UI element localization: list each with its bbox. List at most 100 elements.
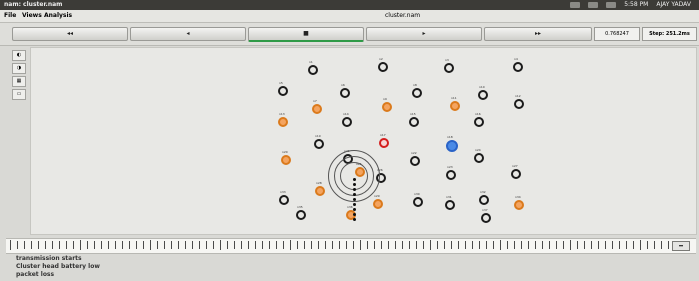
timeline[interactable]: ▾▾	[6, 238, 696, 254]
fast-forward-button[interactable]: ▸▸	[484, 27, 592, 41]
node-n35[interactable]	[296, 210, 306, 220]
log-panel: transmission starts Cluster head battery…	[16, 255, 696, 279]
timeline-tick	[269, 241, 270, 249]
node-n16[interactable]	[474, 117, 484, 127]
node-n29[interactable]	[373, 199, 383, 209]
timeline-tick	[353, 241, 354, 249]
node-n6[interactable]	[340, 88, 350, 98]
node-n34[interactable]	[514, 200, 524, 210]
timeline-tick	[115, 241, 116, 249]
menu-analysis[interactable]: Analysis	[44, 10, 72, 22]
node-label: n20	[282, 150, 288, 154]
node-n31[interactable]	[445, 200, 455, 210]
node-n5[interactable]	[278, 86, 288, 96]
timeline-tick	[465, 241, 466, 249]
node-n17[interactable]	[379, 138, 389, 148]
node-n22[interactable]	[410, 156, 420, 166]
node-n7[interactable]	[312, 104, 322, 114]
node-label: n4	[514, 57, 518, 61]
timeline-tick	[549, 241, 550, 249]
node-n24[interactable]	[474, 153, 484, 163]
timeline-tick	[311, 241, 312, 249]
timeline-tick	[157, 241, 158, 249]
timeline-tick	[458, 241, 459, 249]
timeline-tick	[220, 240, 221, 250]
timeline-tick	[276, 241, 277, 249]
node-n8[interactable]	[412, 88, 422, 98]
node-n4[interactable]	[513, 62, 523, 72]
timeline-tick	[654, 241, 655, 249]
timeline-tick	[136, 241, 137, 249]
node-n27[interactable]	[511, 169, 521, 179]
node-n32[interactable]	[479, 195, 489, 205]
timeline-tick	[304, 241, 305, 249]
layout-icon[interactable]: ▭	[12, 89, 26, 100]
timeline-tick	[661, 241, 662, 249]
node-n10[interactable]	[478, 90, 488, 100]
packet-dot	[353, 203, 356, 206]
grid-icon[interactable]: ▦	[12, 76, 26, 87]
file-name: cluster.nam	[385, 12, 421, 19]
timeline-tick	[423, 241, 424, 249]
zoom-tools: ◐ ◑ ▦ ▭	[8, 48, 28, 100]
timeline-tick	[66, 241, 67, 249]
timeline-tick	[612, 241, 613, 249]
timeline-tick	[108, 241, 109, 249]
node-label: n10	[479, 85, 485, 89]
timeline-tick	[255, 241, 256, 249]
timeline-tick	[451, 241, 452, 249]
timeline-tick	[360, 240, 361, 250]
node-n12[interactable]	[514, 99, 524, 109]
node-n20[interactable]	[281, 155, 291, 165]
node-n15[interactable]	[409, 117, 419, 127]
volume-icon	[606, 2, 617, 8]
node-n11[interactable]	[450, 101, 460, 111]
node-label: n8	[413, 83, 417, 87]
node-n18[interactable]	[446, 140, 458, 152]
step-back-button[interactable]: ◂	[130, 27, 246, 41]
timeline-tick	[619, 241, 620, 249]
node-label: n23	[447, 165, 453, 169]
play-button[interactable]: ▸	[366, 27, 482, 41]
node-n13[interactable]	[278, 117, 288, 127]
menu-views[interactable]: Views	[22, 10, 42, 22]
node-n19[interactable]	[314, 139, 324, 149]
timeline-tick	[101, 241, 102, 249]
timeline-tick	[598, 241, 599, 249]
timeline-tick	[45, 241, 46, 249]
zoom-out-icon[interactable]: ◑	[12, 63, 26, 74]
timeline-toggle-button[interactable]: ▾▾	[672, 241, 690, 251]
timeline-tick	[388, 241, 389, 249]
node-label: n30	[414, 192, 420, 196]
node-n37[interactable]	[481, 213, 491, 223]
node-n30[interactable]	[413, 197, 423, 207]
node-n3[interactable]	[444, 63, 454, 73]
timeline-tick	[73, 241, 74, 249]
network-icon	[588, 2, 599, 8]
node-n9[interactable]	[382, 102, 392, 112]
node-n23[interactable]	[446, 170, 456, 180]
stop-button[interactable]: ■	[248, 27, 364, 42]
timeline-tick	[283, 241, 284, 249]
node-label: n19	[315, 134, 321, 138]
rewind-button[interactable]: ◂◂	[12, 27, 128, 41]
timeline-tick	[374, 241, 375, 249]
node-n1[interactable]	[308, 65, 318, 75]
timeline-tick	[402, 241, 403, 249]
timeline-tick	[472, 241, 473, 249]
node-n28[interactable]	[315, 186, 325, 196]
node-n33[interactable]	[279, 195, 289, 205]
menu-bar: File Views Analysis cluster.nam	[0, 10, 699, 23]
node-n14[interactable]	[342, 117, 352, 127]
timeline-tick	[122, 241, 123, 249]
node-n2[interactable]	[378, 62, 388, 72]
network-canvas	[30, 47, 697, 235]
timeline-tick	[542, 241, 543, 249]
node-label: n12	[515, 94, 521, 98]
node-label: n31	[446, 195, 452, 199]
menu-file[interactable]: File	[4, 10, 16, 22]
zoom-in-icon[interactable]: ◐	[12, 50, 26, 61]
timeline-tick	[563, 241, 564, 249]
packet-dot	[353, 218, 356, 221]
timeline-tick	[59, 241, 60, 249]
